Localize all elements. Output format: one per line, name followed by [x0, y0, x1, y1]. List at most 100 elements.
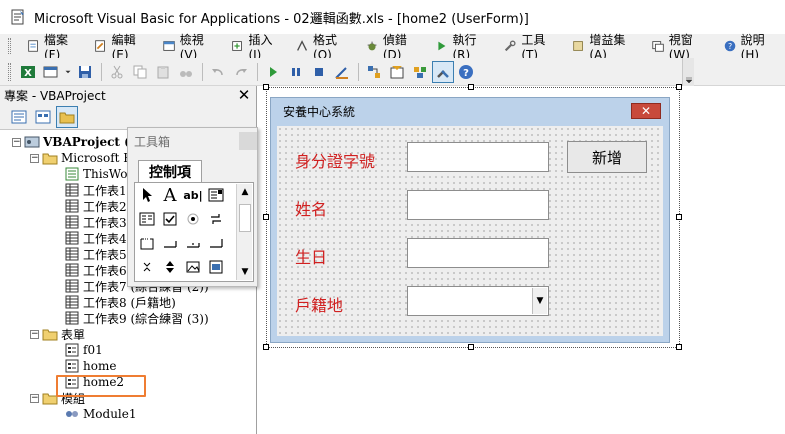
resize-handle[interactable]	[263, 344, 269, 350]
view-object-button[interactable]	[32, 106, 54, 128]
resize-handle[interactable]	[676, 344, 682, 350]
menu-addins[interactable]: 增益集(A)	[564, 33, 643, 62]
textbox-tool[interactable]: ab|	[183, 185, 203, 205]
resize-handle[interactable]	[676, 214, 682, 220]
tree-item-form[interactable]: home	[0, 358, 256, 374]
toolbox-titlebar[interactable]: 工具箱	[128, 128, 257, 154]
resize-handle[interactable]	[468, 84, 474, 90]
project-panel-header: 專案 - VBAProject ✕	[0, 86, 256, 104]
object-browser-button[interactable]	[409, 61, 431, 83]
userform-client-area[interactable]: 身分證字號 新增 姓名 生日 戶籍地 ▼	[277, 126, 663, 336]
resize-handle[interactable]	[676, 84, 682, 90]
menu-edit[interactable]: 編輯(E)	[86, 33, 154, 62]
tree-item-forms-folder[interactable]: − 表單	[0, 326, 256, 342]
copy-button[interactable]	[129, 61, 151, 83]
combobox-tool[interactable]	[206, 185, 226, 205]
menu-tools[interactable]: 工具(T)	[496, 33, 564, 62]
redo-button[interactable]	[230, 61, 252, 83]
properties-button[interactable]	[386, 61, 408, 83]
menu-file[interactable]: 檔案(F)	[19, 33, 87, 62]
menu-insert[interactable]: 插入(I)	[223, 33, 288, 62]
menu-format[interactable]: 格式(O)	[288, 33, 358, 62]
userform-home2[interactable]: 安養中心系統 ✕ 身分證字號 新增 姓名 生日 戶籍地 ▼	[270, 97, 670, 343]
toolbox-scrollbar[interactable]: ▲ ▼	[236, 184, 252, 280]
scrollbar-tool[interactable]	[137, 257, 157, 277]
view-code-button[interactable]	[8, 106, 30, 128]
window-menu-icon	[651, 41, 664, 52]
toolbar-empty-area	[694, 58, 785, 86]
tabstrip-tool[interactable]	[183, 233, 203, 253]
refedit-icon	[209, 260, 223, 274]
menu-view[interactable]: 檢視(V)	[155, 33, 224, 62]
toolbox-button[interactable]	[432, 60, 454, 83]
run-button[interactable]	[262, 61, 284, 83]
scroll-thumb[interactable]	[239, 204, 251, 232]
label-id-number[interactable]: 身分證字號	[295, 148, 375, 172]
menu-run[interactable]: 執行(R)	[427, 33, 496, 62]
add-button[interactable]: 新增	[567, 141, 647, 173]
listbox-tool[interactable]	[137, 209, 157, 229]
menu-help[interactable]: ? 說明(H)	[716, 33, 785, 62]
combo-dropdown-icon[interactable]: ▼	[532, 288, 547, 314]
tab-controls[interactable]: 控制項	[138, 160, 202, 182]
svg-text:X: X	[24, 68, 32, 79]
scroll-up-icon[interactable]: ▲	[237, 184, 253, 200]
image-icon	[186, 261, 200, 273]
label-name[interactable]: 姓名	[295, 196, 327, 220]
resize-handle[interactable]	[263, 84, 269, 90]
resize-handle[interactable]	[263, 214, 269, 220]
combobox-residence[interactable]: ▼	[407, 286, 549, 316]
break-button[interactable]	[285, 61, 307, 83]
toolbar-overflow-button[interactable]	[682, 58, 694, 86]
menubar-grip[interactable]	[8, 38, 11, 54]
frame-tool[interactable]	[137, 233, 157, 253]
option-button-tool[interactable]	[183, 209, 203, 229]
image-tool[interactable]	[183, 257, 203, 277]
insert-dropdown-button[interactable]	[63, 61, 73, 83]
tree-item-module[interactable]: Module1	[0, 406, 256, 422]
design-mode-button[interactable]	[331, 61, 353, 83]
textbox-birthday[interactable]	[407, 238, 549, 268]
resize-handle[interactable]	[468, 344, 474, 350]
undo-button[interactable]	[207, 61, 229, 83]
collapse-icon[interactable]: −	[30, 329, 39, 339]
save-button[interactable]	[74, 61, 96, 83]
reset-button[interactable]	[308, 61, 330, 83]
toggle-folders-button[interactable]	[56, 105, 78, 128]
close-icon[interactable]: ✕	[236, 87, 252, 103]
multipage-tool[interactable]	[206, 233, 226, 253]
label-birthday[interactable]: 生日	[295, 244, 327, 268]
collapse-icon[interactable]: −	[12, 137, 21, 147]
textbox-name[interactable]	[407, 190, 549, 220]
label-residence[interactable]: 戶籍地	[295, 292, 343, 316]
toolbox-window[interactable]: 工具箱 控制項 A ab| ▲ ▼	[127, 127, 258, 287]
menu-window[interactable]: 視窗(W)	[644, 33, 716, 62]
checkbox-tool[interactable]	[160, 209, 180, 229]
tree-item-form[interactable]: f01	[0, 342, 256, 358]
run-menu-icon	[438, 41, 446, 51]
scroll-down-icon[interactable]: ▼	[237, 264, 253, 280]
select-objects-tool[interactable]	[137, 185, 157, 205]
help-button[interactable]: ?	[455, 61, 477, 83]
userform-close-icon[interactable]: ✕	[631, 103, 661, 119]
checkbox-icon	[163, 212, 177, 226]
insert-userform-button[interactable]	[40, 61, 62, 83]
toolbar-grip[interactable]	[8, 62, 11, 81]
toolbox-close-button[interactable]	[239, 132, 257, 150]
tree-item-sheet[interactable]: 工作表8 (戶籍地)	[0, 294, 256, 310]
toggle-button-tool[interactable]	[206, 209, 226, 229]
tree-item-sheet[interactable]: 工作表9 (綜合練習 (3))	[0, 310, 256, 326]
collapse-icon[interactable]: −	[30, 153, 39, 163]
paste-button[interactable]	[152, 61, 174, 83]
find-button[interactable]	[175, 61, 197, 83]
textbox-id-number[interactable]	[407, 142, 549, 172]
refedit-tool[interactable]	[206, 257, 226, 277]
collapse-icon[interactable]: −	[30, 393, 39, 403]
command-button-tool[interactable]	[160, 233, 180, 253]
spinbutton-tool[interactable]	[160, 257, 180, 277]
view-excel-button[interactable]: X	[17, 61, 39, 83]
menu-debug[interactable]: 偵錯(D)	[358, 33, 428, 62]
project-explorer-button[interactable]	[363, 61, 385, 83]
cut-button[interactable]	[106, 61, 128, 83]
label-tool[interactable]: A	[160, 185, 180, 206]
